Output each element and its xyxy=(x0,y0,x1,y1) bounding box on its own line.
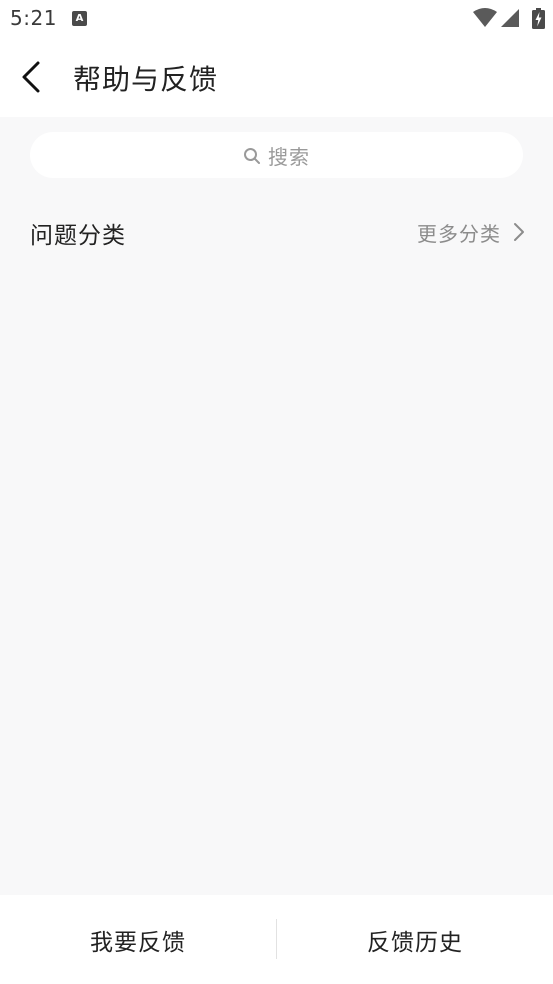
search-placeholder: 搜索 xyxy=(268,144,310,169)
more-categories-link[interactable]: 更多分类 xyxy=(417,218,525,246)
more-categories-label: 更多分类 xyxy=(417,221,501,246)
a-badge-icon: A xyxy=(72,11,87,26)
app-header: 帮助与反馈 xyxy=(0,37,553,117)
bottom-action-bar: 我要反馈 反馈历史 xyxy=(0,895,553,984)
signal-icon xyxy=(501,9,519,27)
search-icon xyxy=(244,147,260,164)
help-feedback-screen: 5:21 A 帮助与反馈 搜索 问题分类 更多分类 我要反馈 反馈历史 xyxy=(0,0,553,984)
feedback-history-button[interactable]: 反馈历史 xyxy=(277,895,553,984)
submit-feedback-button[interactable]: 我要反馈 xyxy=(0,895,276,984)
search-input[interactable]: 搜索 xyxy=(30,132,523,178)
battery-charging-icon xyxy=(532,8,545,29)
status-time: 5:21 xyxy=(10,6,57,30)
page-title: 帮助与反馈 xyxy=(73,63,219,96)
wifi-icon xyxy=(473,8,497,27)
chevron-left-icon xyxy=(22,61,40,93)
back-button[interactable] xyxy=(14,57,50,97)
section-title: 问题分类 xyxy=(30,223,126,249)
status-bar: 5:21 A xyxy=(0,0,553,37)
chevron-right-icon xyxy=(514,223,524,241)
